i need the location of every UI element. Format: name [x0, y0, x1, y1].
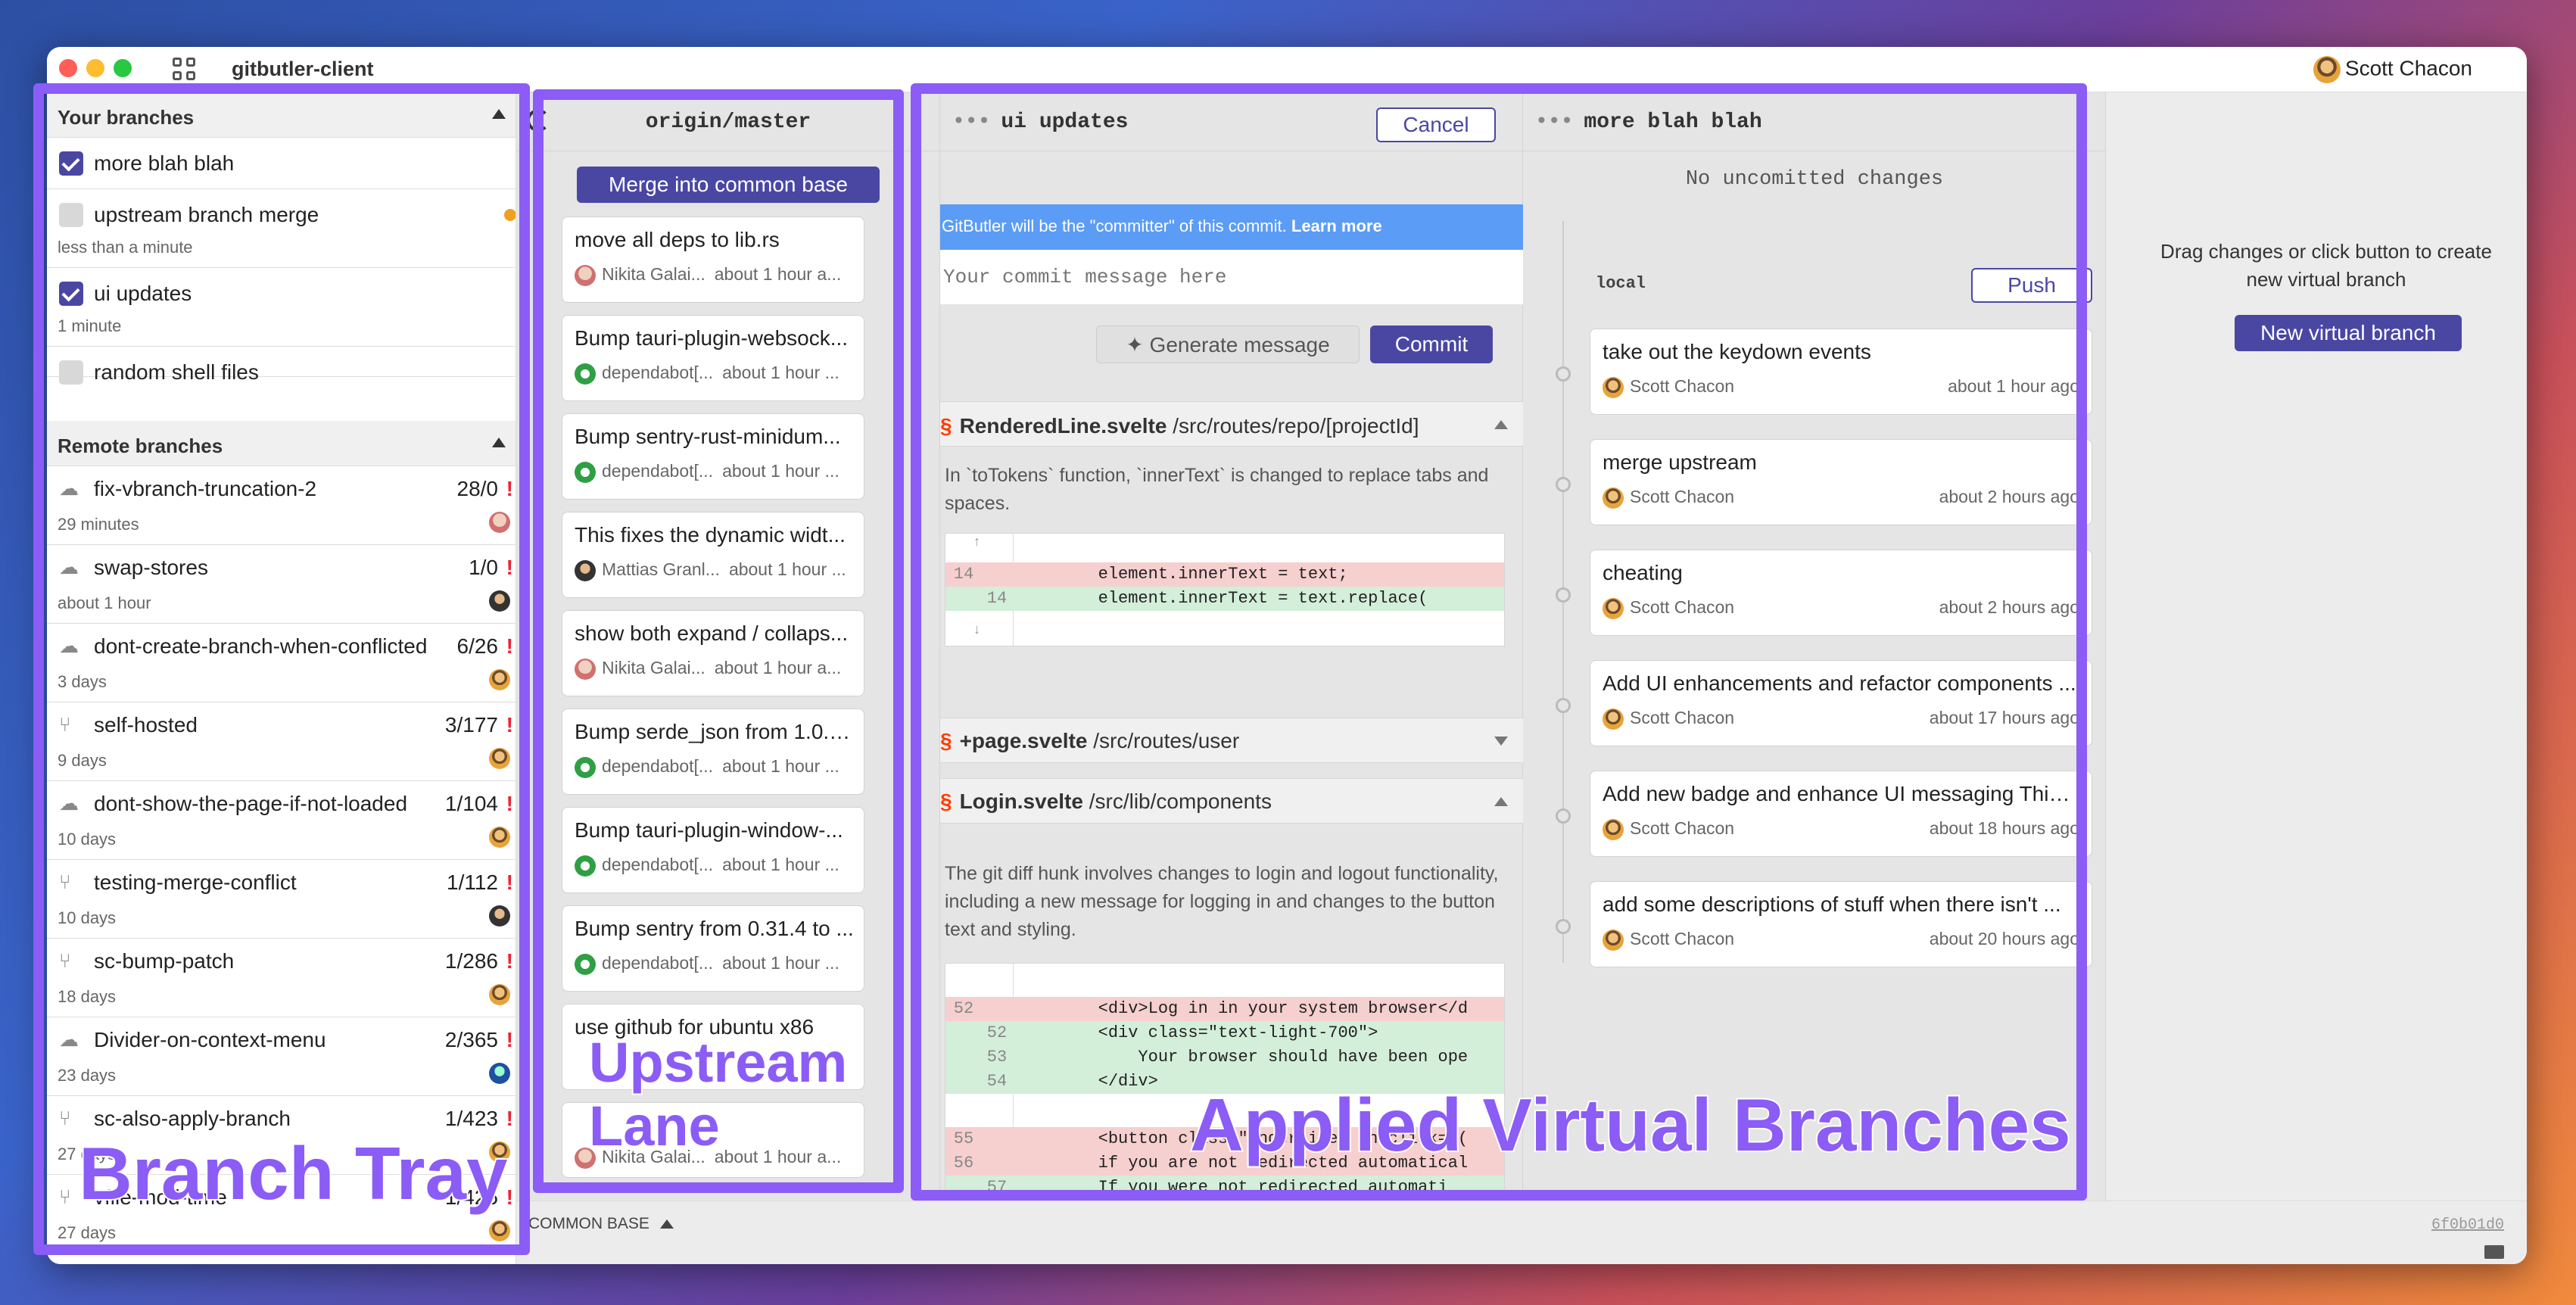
- new-branch-area: Drag changes or click button to create n…: [2106, 92, 2527, 1264]
- app-title: gitbutler-client: [232, 58, 374, 80]
- new-virtual-branch-button[interactable]: New virtual branch: [2235, 315, 2462, 351]
- zoom-window-button[interactable]: [114, 59, 132, 77]
- branch-tray-highlight: [33, 83, 530, 1255]
- footer: COMMON BASE 6f0b01d0: [516, 1201, 2527, 1264]
- grid-icon[interactable]: [173, 58, 197, 82]
- branch-tray-label: Branch Tray: [77, 1130, 509, 1216]
- common-base-toggle[interactable]: COMMON BASE: [528, 1215, 674, 1233]
- upstream-lane-label: Upstream Lane: [587, 1029, 849, 1159]
- new-branch-hint: Drag changes or click button to create n…: [2160, 240, 2492, 291]
- upstream-lane-highlight: [533, 89, 904, 1193]
- user-name: Scott Chacon: [2344, 56, 2472, 80]
- user-menu[interactable]: Scott Chacon: [2313, 56, 2472, 83]
- mail-icon[interactable]: [2484, 1245, 2504, 1259]
- commit-hash-link[interactable]: 6f0b01d0: [2431, 1216, 2504, 1234]
- minimize-window-button[interactable]: [86, 59, 104, 77]
- common-base-label: COMMON BASE: [528, 1215, 649, 1232]
- applied-branches-highlight: [911, 83, 2087, 1201]
- chevron-up-icon: [659, 1219, 674, 1229]
- close-window-button[interactable]: [59, 59, 77, 77]
- remote-branch-row[interactable]: ⑂sc-create-from-branch-fixes3/438!: [47, 1254, 516, 1264]
- avatar: [2313, 56, 2341, 83]
- applied-branches-label: Applied Virtual Branches: [1188, 1082, 2073, 1168]
